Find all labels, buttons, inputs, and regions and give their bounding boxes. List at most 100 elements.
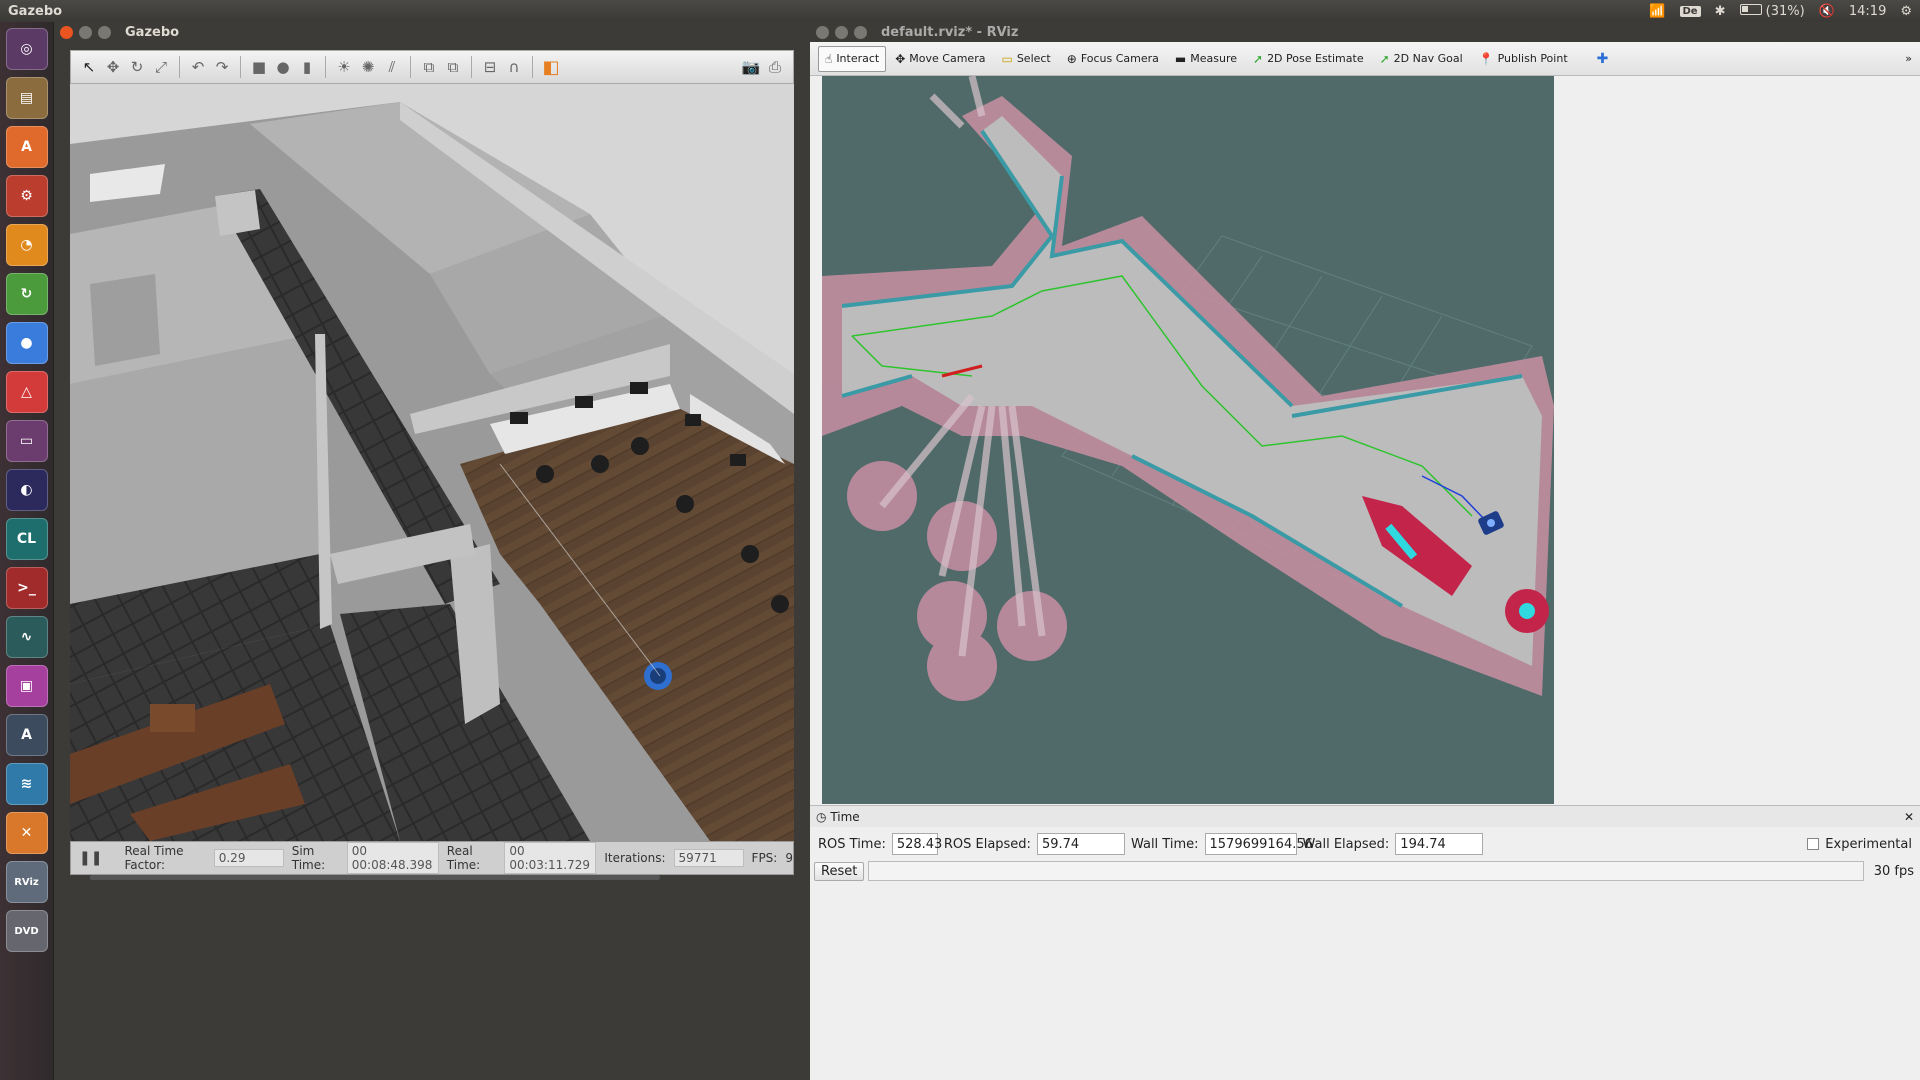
clion-icon[interactable]: CL	[5, 518, 48, 560]
launcher-glyph: A	[21, 727, 32, 743]
gazebo-horizontal-scrollbar[interactable]	[90, 875, 660, 880]
real-time-factor-value: 0.29	[213, 849, 284, 867]
tool-publish-point[interactable]: 📍 Publish Point	[1472, 46, 1575, 72]
software-center-icon[interactable]: A	[5, 126, 48, 168]
gazebo-3d-viewport[interactable]	[70, 84, 794, 841]
rviz-3d-view[interactable]	[822, 76, 1554, 804]
system-settings-icon[interactable]: ⚙	[5, 175, 48, 217]
layers-icon[interactable]: ≋	[5, 763, 48, 805]
tool-focus-camera[interactable]: ⊕ Focus Camera	[1060, 46, 1166, 72]
copy-icon[interactable]: ⧉	[419, 57, 439, 77]
workspace-switcher-icon[interactable]: ▭	[5, 420, 48, 462]
volume-muted-icon[interactable]: 🔇	[1819, 4, 1835, 19]
system-monitor-icon[interactable]: ∿	[5, 616, 48, 658]
files-icon[interactable]: ▤	[5, 77, 48, 119]
cylinder-shape-icon[interactable]: ▮	[297, 57, 317, 77]
shotwell-icon[interactable]: ◔	[5, 224, 48, 266]
add-tool-icon[interactable]: ✚	[1597, 51, 1609, 67]
launcher-glyph: ✕	[20, 825, 33, 841]
remote-desktop-icon[interactable]: ▣	[5, 665, 48, 707]
tool-interact[interactable]: ☝ Interact	[818, 45, 887, 72]
terminal-icon[interactable]: >_	[5, 567, 48, 609]
tool-label: 2D Nav Goal	[1393, 52, 1463, 65]
wall-time-field[interactable]: 1579699164.56	[1204, 833, 1313, 855]
ubuntu-one-icon[interactable]: A	[5, 714, 48, 756]
launcher-glyph: ▭	[19, 433, 34, 449]
snap-icon[interactable]: ∩	[504, 57, 524, 77]
iterations-label: Iterations:	[604, 851, 666, 865]
rviz-status-bar: Reset 30 fps	[810, 860, 1920, 882]
rviz-window: default.rviz* - RViz ☝ Interact ✥ Move Came…	[810, 22, 1920, 1080]
keyboard-layout-indicator[interactable]: De	[1679, 5, 1701, 17]
translate-mode-icon[interactable]: ✥	[103, 57, 123, 77]
rviz-icon[interactable]: RViz	[5, 861, 48, 903]
gazebo-status-bar: ❚❚ Real Time Factor: 0.29 Sim Time: 00 0…	[70, 841, 794, 875]
close-button[interactable]	[816, 25, 829, 39]
time-panel-fields: ROS Time: 528.43 ROS Elapsed: 59.74 Wall…	[810, 830, 1920, 858]
reset-button[interactable]: Reset	[814, 861, 865, 881]
sim-time-value: 00 00:08:48.398	[346, 842, 439, 874]
ros-time-field[interactable]: 528.43	[891, 833, 942, 855]
screenshot-icon[interactable]: 📷	[741, 57, 761, 77]
interact-icon: ☝	[825, 51, 833, 66]
tool-2d-pose-estimate[interactable]: ➚ 2D Pose Estimate	[1246, 46, 1371, 72]
eclipse-icon[interactable]: ◐	[5, 469, 48, 511]
fps-label: FPS:	[751, 851, 778, 865]
experimental-checkbox[interactable]	[1807, 838, 1820, 850]
move-camera-icon: ✥	[895, 51, 906, 66]
toolbar-separator	[179, 56, 180, 78]
rotate-mode-icon[interactable]: ↻	[127, 57, 147, 77]
point-light-icon[interactable]: ☀	[334, 57, 354, 77]
redo-icon[interactable]: ↷	[212, 57, 232, 77]
clock[interactable]: 14:19	[1849, 4, 1886, 19]
launcher-glyph: ∿	[20, 629, 33, 645]
launcher-glyph: ≋	[20, 776, 33, 792]
select-mode-icon[interactable]: ↖	[79, 57, 99, 77]
maximize-button[interactable]	[98, 25, 111, 39]
rviz-titlebar: default.rviz* - RViz	[810, 22, 1920, 42]
tool-measure[interactable]: ▬ Measure	[1168, 46, 1244, 72]
close-panel-icon[interactable]: ✕	[1904, 810, 1914, 824]
toolbar-separator	[240, 56, 241, 78]
update-icon[interactable]: ↻	[5, 273, 48, 315]
spot-light-icon[interactable]: ✺	[358, 57, 378, 77]
bluetooth-icon[interactable]: ✱	[1715, 4, 1726, 19]
minimize-button[interactable]	[79, 25, 92, 39]
blender-icon[interactable]: ✕	[5, 812, 48, 854]
battery-indicator[interactable]: (31%)	[1739, 3, 1805, 19]
tool-2d-nav-goal[interactable]: ➚ 2D Nav Goal	[1373, 46, 1470, 72]
session-gear-icon[interactable]: ⚙	[1900, 4, 1912, 19]
minimize-button[interactable]	[835, 25, 848, 39]
scale-mode-icon[interactable]: ⤢	[151, 57, 171, 77]
gazebo-icon[interactable]: △	[5, 371, 48, 413]
gazebo-titlebar: Gazebo	[54, 22, 810, 42]
occupancy-map-render	[822, 76, 1554, 804]
experimental-label: Experimental	[1825, 836, 1912, 852]
box-shape-icon[interactable]: ■	[249, 57, 269, 77]
launcher-glyph: ⚙	[20, 188, 33, 204]
more-tools-icon[interactable]: »	[1905, 52, 1912, 65]
ros-elapsed-field[interactable]: 59.74	[1036, 833, 1125, 855]
wifi-icon[interactable]: 📶	[1649, 4, 1665, 19]
tool-label: Select	[1016, 52, 1051, 65]
tool-select[interactable]: ▭ Select	[994, 46, 1057, 72]
close-button[interactable]	[60, 25, 73, 39]
wall-elapsed-field[interactable]: 194.74	[1395, 833, 1484, 855]
dvd-icon[interactable]: DVD	[5, 910, 48, 952]
chrome-icon[interactable]: ●	[5, 322, 48, 364]
launcher-glyph: △	[21, 384, 32, 400]
dash-icon[interactable]: ◎	[5, 28, 48, 70]
maximize-button[interactable]	[854, 25, 867, 39]
pause-icon[interactable]: ❚❚	[79, 850, 102, 866]
undo-icon[interactable]: ↶	[188, 57, 208, 77]
status-message-area	[868, 861, 1864, 881]
paste-icon[interactable]: ⧉	[443, 57, 463, 77]
toolbar-separator	[471, 56, 472, 78]
directional-light-icon[interactable]: ⫽	[382, 57, 402, 77]
align-icon[interactable]: ⊟	[480, 57, 500, 77]
sphere-shape-icon[interactable]: ●	[273, 57, 293, 77]
tool-move-camera[interactable]: ✥ Move Camera	[888, 46, 992, 72]
change-view-icon[interactable]: ◧	[541, 57, 561, 78]
log-icon[interactable]: ⎙	[765, 57, 785, 77]
launcher-glyph: ◐	[20, 482, 33, 498]
